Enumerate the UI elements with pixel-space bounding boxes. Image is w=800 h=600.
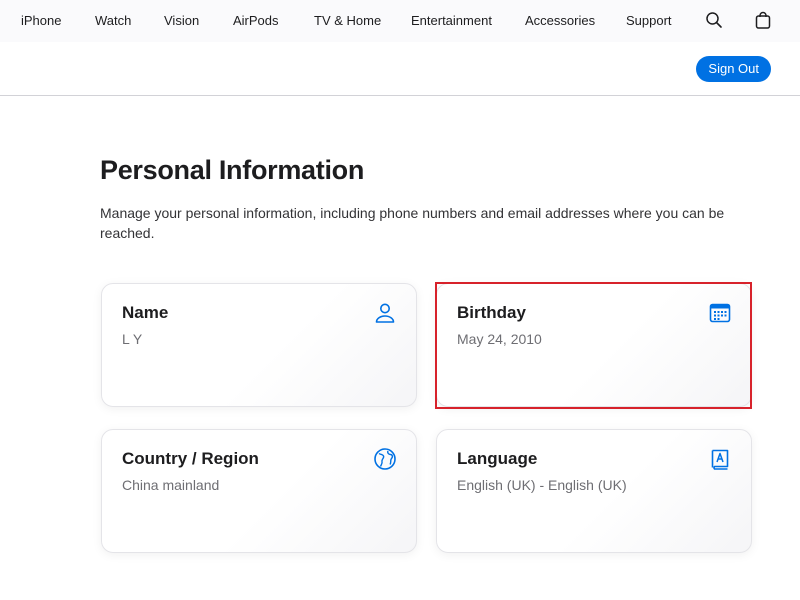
name-card-value: L Y — [122, 331, 143, 347]
language-card[interactable]: Language English (UK) - English (UK) — [436, 429, 752, 553]
book-icon — [708, 447, 732, 471]
main-content: Personal Information Manage your persona… — [0, 97, 800, 600]
globe-icon — [373, 447, 397, 471]
search-icon[interactable] — [705, 11, 723, 34]
person-icon — [373, 301, 397, 325]
nav-item-entertainment[interactable]: Entertainment — [411, 13, 492, 28]
country-region-card[interactable]: Country / Region China mainland — [101, 429, 417, 553]
page-title: Personal Information — [100, 155, 365, 185]
nav-item-vision[interactable]: Vision — [164, 13, 199, 28]
account-subnav: Sign Out — [0, 42, 800, 96]
name-card-title: Name — [122, 303, 169, 322]
bag-icon[interactable] — [754, 11, 772, 34]
calendar-icon — [708, 301, 732, 325]
global-nav: iPhone Watch Vision AirPods TV & Home En… — [0, 0, 800, 42]
birthday-card[interactable]: Birthday May 24, 2010 — [436, 283, 752, 407]
country-card-title: Country / Region — [122, 449, 259, 468]
nav-item-airpods[interactable]: AirPods — [233, 13, 279, 28]
nav-item-watch[interactable]: Watch — [95, 13, 131, 28]
birthday-card-value: May 24, 2010 — [457, 331, 542, 347]
nav-item-support[interactable]: Support — [626, 13, 672, 28]
birthday-card-title: Birthday — [457, 303, 526, 322]
name-card[interactable]: Name L Y — [101, 283, 417, 407]
nav-item-iphone[interactable]: iPhone — [21, 13, 61, 28]
language-card-value: English (UK) - English (UK) — [457, 477, 627, 493]
page-description: Manage your personal information, includ… — [100, 205, 725, 241]
nav-item-accessories[interactable]: Accessories — [525, 13, 595, 28]
language-card-title: Language — [457, 449, 538, 468]
nav-item-tv-home[interactable]: TV & Home — [314, 13, 381, 28]
country-card-value: China mainland — [122, 477, 220, 493]
sign-out-button[interactable]: Sign Out — [696, 56, 771, 82]
